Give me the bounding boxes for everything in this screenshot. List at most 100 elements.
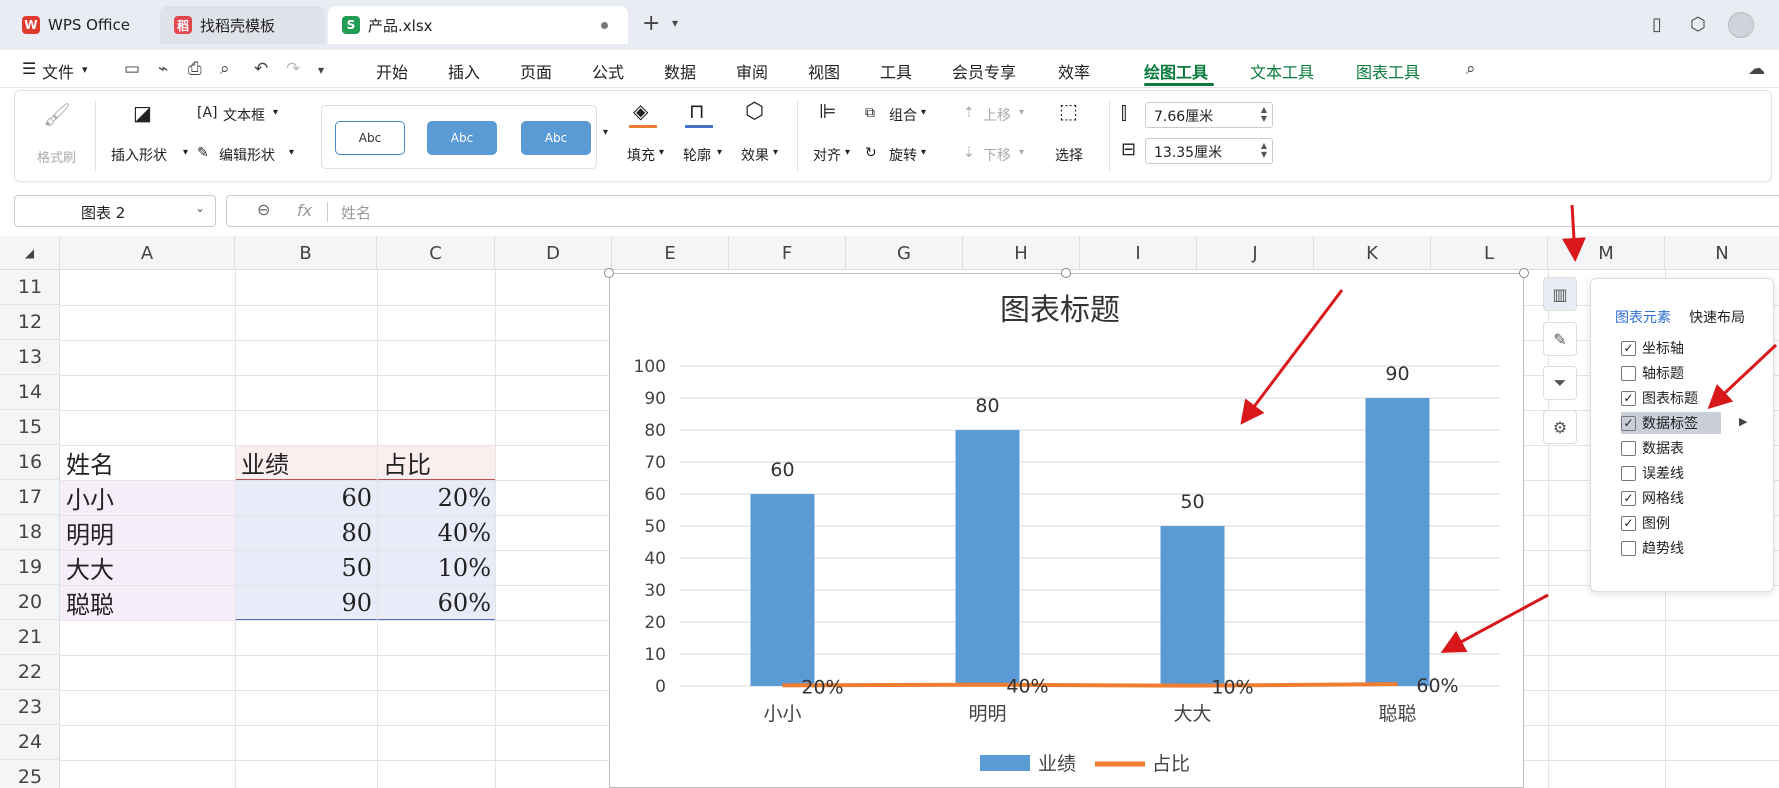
chevron-down-icon[interactable]: ▾ — [82, 63, 88, 76]
cell-header-name[interactable]: 姓名 — [66, 445, 114, 480]
format-painter-button[interactable]: 格式刷 — [37, 147, 76, 166]
chart-elements-button[interactable]: ▥ — [1543, 277, 1577, 311]
menu-review[interactable]: 审阅 — [736, 59, 768, 83]
row-header[interactable]: 18 — [0, 515, 60, 550]
column-header[interactable]: K — [1314, 236, 1431, 270]
cube-icon[interactable]: ⬡ — [1690, 14, 1706, 35]
menu-text-tools[interactable]: 文本工具 — [1250, 59, 1314, 83]
avatar[interactable] — [1728, 12, 1754, 38]
cell-header-ratio[interactable]: 占比 — [383, 445, 431, 480]
chevron-down-icon[interactable]: ▾ — [672, 16, 678, 30]
row-header[interactable]: 24 — [0, 725, 60, 760]
chart-style-button[interactable]: ✎ — [1543, 322, 1577, 356]
zoom-icon[interactable]: ⊖ — [257, 200, 270, 219]
cell-ratio[interactable]: 40% — [377, 515, 491, 550]
rotate-button[interactable]: 旋转 — [889, 145, 917, 165]
chevron-down-icon[interactable]: ▾ — [318, 63, 324, 77]
chevron-down-icon[interactable]: ▾ — [773, 147, 778, 158]
tab-product-xlsx[interactable]: S 产品.xlsx — [328, 6, 628, 44]
menu-data[interactable]: 数据 — [664, 59, 696, 83]
chart-settings-button[interactable]: ⚙ — [1543, 410, 1577, 444]
shape-style-filled[interactable]: Abc — [427, 121, 497, 155]
row-header[interactable]: 25 — [0, 760, 60, 788]
checkbox-checked-icon[interactable]: ✓ — [1621, 415, 1636, 431]
checkbox-checked-icon[interactable]: ✓ — [1621, 390, 1636, 406]
chevron-down-icon[interactable]: ▾ — [845, 147, 850, 158]
edit-shape-button[interactable]: 编辑形状 — [219, 145, 275, 165]
cell-name[interactable]: 聪聪 — [66, 585, 114, 620]
checkbox-unchecked-icon[interactable] — [1621, 365, 1636, 381]
insert-shape-button[interactable]: 插入形状 — [111, 145, 167, 165]
shape-style-outline[interactable]: Abc — [335, 121, 405, 155]
checkbox-checked-icon[interactable]: ✓ — [1621, 340, 1636, 356]
print-icon[interactable]: ⎙ — [188, 59, 202, 79]
submenu-arrow-icon[interactable]: ▶ — [1739, 415, 1747, 428]
chevron-down-icon[interactable]: ▾ — [659, 147, 664, 158]
cell-ratio[interactable]: 60% — [377, 585, 491, 620]
element-data-labels[interactable]: ✓ 数据标签 — [1621, 412, 1721, 434]
text-box-button[interactable]: 文本框 — [223, 105, 265, 125]
menu-page[interactable]: 页面 — [520, 59, 552, 83]
resize-handle[interactable] — [604, 268, 614, 278]
row-header[interactable]: 19 — [0, 550, 60, 585]
column-header[interactable]: F — [729, 236, 846, 270]
effect-button[interactable]: 效果 — [741, 145, 769, 165]
spinner-arrows-icon[interactable]: ▲ ▼ — [1261, 105, 1267, 123]
chart-filter-button[interactable]: ⏷ — [1543, 366, 1577, 400]
column-header[interactable]: J — [1197, 236, 1314, 270]
height-input[interactable]: 7.66厘米 ▲ ▼ — [1145, 102, 1273, 128]
cloud-sync-icon[interactable]: ☁ — [1748, 59, 1765, 79]
row-header[interactable]: 21 — [0, 620, 60, 655]
resize-handle[interactable] — [1061, 268, 1071, 278]
unsaved-dot-icon[interactable] — [601, 22, 608, 29]
element-gridlines[interactable]: ✓ 网格线 — [1621, 487, 1684, 509]
gallery-more-icon[interactable]: ▾ — [603, 127, 608, 138]
select-all-corner[interactable]: ◢ — [0, 236, 60, 270]
column-header[interactable]: B — [235, 236, 377, 270]
checkbox-unchecked-icon[interactable] — [1621, 465, 1636, 481]
resize-handle[interactable] — [1519, 268, 1529, 278]
fill-button[interactable]: 填充 — [627, 145, 655, 165]
menu-insert[interactable]: 插入 — [448, 59, 480, 83]
window-layout-icon[interactable]: ▯ — [1652, 14, 1662, 35]
row-header[interactable]: 14 — [0, 375, 60, 410]
select-button[interactable]: 选择 — [1055, 145, 1083, 165]
column-header[interactable]: D — [495, 236, 612, 270]
row-header[interactable]: 16 — [0, 445, 60, 480]
spinner-arrows-icon[interactable]: ▲ ▼ — [1261, 141, 1267, 159]
group-button[interactable]: 组合 — [889, 105, 917, 125]
menu-tools[interactable]: 工具 — [880, 59, 912, 83]
formula-bar[interactable]: ⊖ fx 姓名 — [226, 195, 1779, 227]
column-header[interactable]: G — [846, 236, 963, 270]
new-tab-plus-icon[interactable]: + — [642, 11, 660, 36]
menu-member[interactable]: 会员专享 — [952, 59, 1016, 83]
print-preview-icon[interactable]: ⌕ — [220, 59, 230, 79]
checkbox-checked-icon[interactable]: ✓ — [1621, 515, 1636, 531]
outline-button[interactable]: 轮廓 — [683, 145, 711, 165]
tab-quick-layout[interactable]: 快速布局 — [1689, 307, 1745, 327]
element-error-bars[interactable]: 误差线 — [1621, 462, 1684, 484]
cell-name[interactable]: 大大 — [66, 550, 114, 585]
menu-chart-tools[interactable]: 图表工具 — [1356, 59, 1420, 83]
row-header[interactable]: 13 — [0, 340, 60, 375]
element-legend[interactable]: ✓ 图例 — [1621, 512, 1670, 534]
cell-ratio[interactable]: 10% — [377, 550, 491, 585]
column-header[interactable]: I — [1080, 236, 1197, 270]
cell-name[interactable]: 明明 — [66, 515, 114, 550]
chevron-down-icon[interactable]: ▾ — [921, 147, 926, 158]
column-header[interactable]: E — [612, 236, 729, 270]
checkbox-checked-icon[interactable]: ✓ — [1621, 490, 1636, 506]
row-header[interactable]: 15 — [0, 410, 60, 445]
hamburger-icon[interactable]: ☰ — [22, 59, 36, 78]
chevron-down-icon[interactable]: ▾ — [1019, 107, 1024, 118]
element-axis[interactable]: ✓ 坐标轴 — [1621, 337, 1684, 359]
menu-view[interactable]: 视图 — [808, 59, 840, 83]
row-header[interactable]: 23 — [0, 690, 60, 725]
menu-file[interactable]: 文件 — [42, 59, 74, 83]
menu-efficiency[interactable]: 效率 — [1058, 59, 1090, 83]
cell-name[interactable]: 小小 — [66, 480, 114, 515]
chevron-down-icon[interactable]: ▾ — [183, 147, 188, 158]
chevron-down-icon[interactable]: ▾ — [717, 147, 722, 158]
column-header[interactable]: A — [60, 236, 235, 270]
menu-home[interactable]: 开始 — [376, 59, 408, 83]
